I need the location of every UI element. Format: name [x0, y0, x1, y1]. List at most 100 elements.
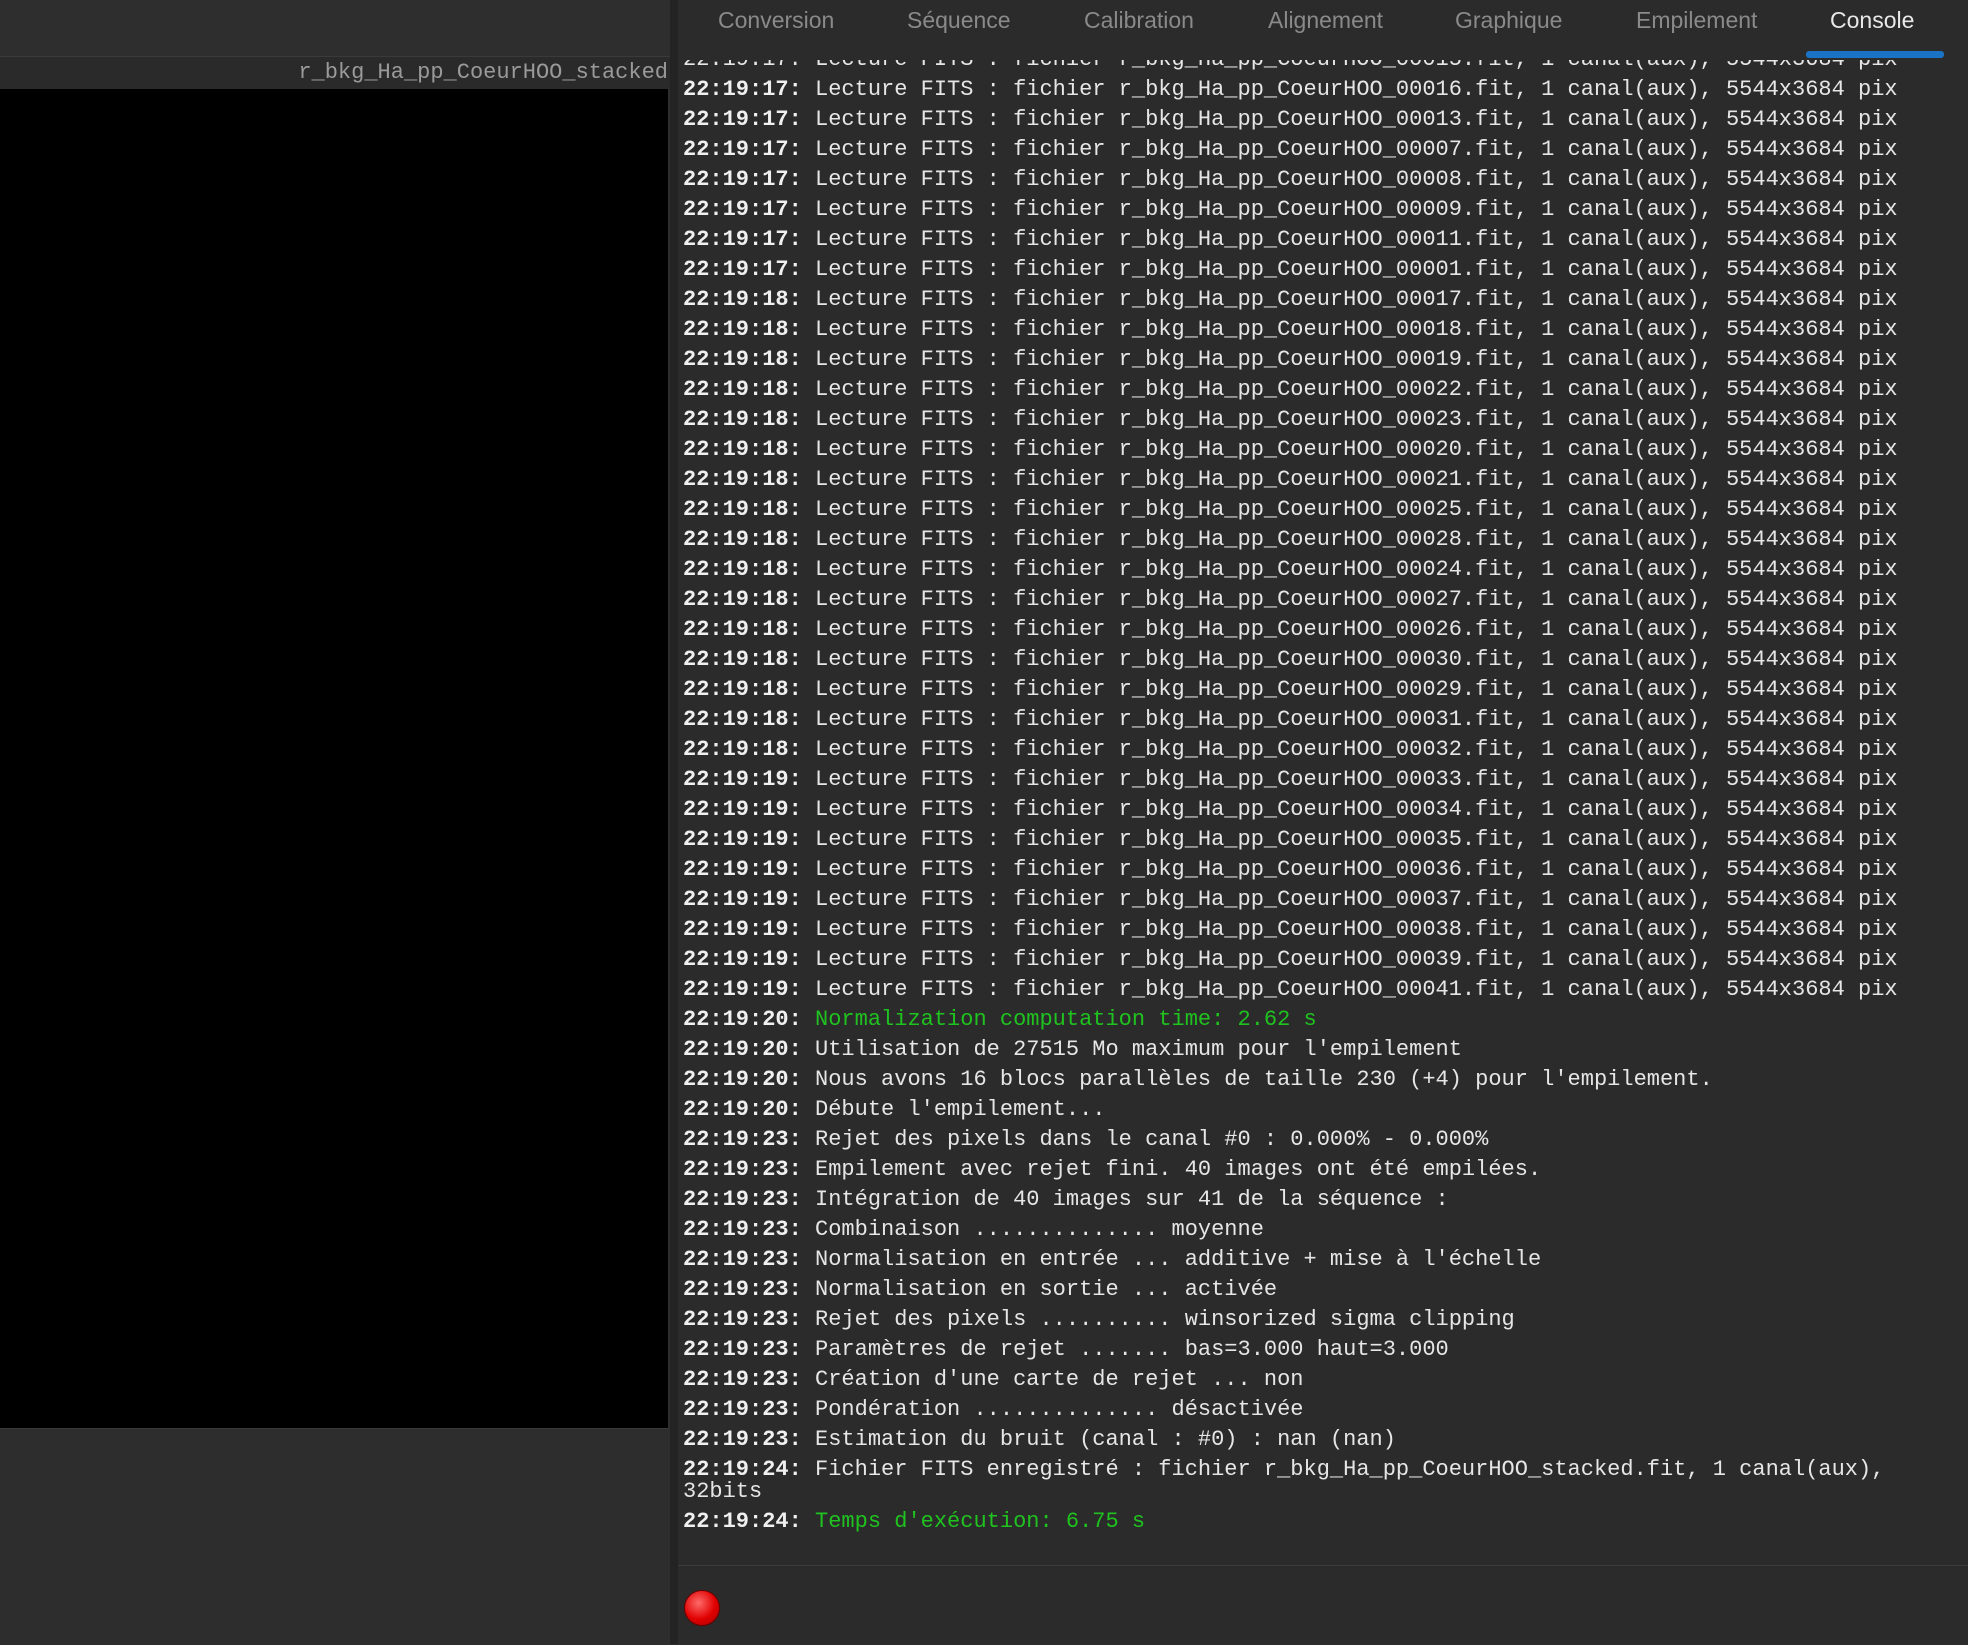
log-timestamp: 22:19:19:: [683, 887, 802, 912]
log-message: Rejet des pixels dans le canal #0 : 0.00…: [815, 1127, 1489, 1152]
log-message: Lecture FITS : fichier r_bkg_Ha_pp_Coeur…: [815, 587, 1898, 612]
log-message: Temps d'exécution: 6.75 s: [815, 1509, 1146, 1534]
tab-conversion[interactable]: Conversion: [718, 0, 834, 58]
log-timestamp: 22:19:18:: [683, 407, 802, 432]
tab-empilement[interactable]: Empilement: [1636, 0, 1757, 58]
log-line: 22:19:18: Lecture FITS : fichier r_bkg_H…: [683, 555, 1968, 585]
log-line: 22:19:19: Lecture FITS : fichier r_bkg_H…: [683, 795, 1968, 825]
log-timestamp: 22:19:17:: [683, 197, 802, 222]
tab-alignement[interactable]: Alignement: [1268, 0, 1383, 58]
log-line: 22:19:17: Lecture FITS : fichier r_bkg_H…: [683, 135, 1968, 165]
image-toolbar: [0, 0, 670, 57]
log-line: 22:19:23: Paramètres de rejet ....... ba…: [683, 1335, 1968, 1365]
log-timestamp: 22:19:19:: [683, 767, 802, 792]
log-line: 22:19:23: Rejet des pixels dans le canal…: [683, 1125, 1968, 1155]
tab-sequence[interactable]: Séquence: [907, 0, 1011, 58]
log-timestamp: 22:19:17:: [683, 257, 802, 282]
log-line: 22:19:23: Combinaison .............. moy…: [683, 1215, 1968, 1245]
log-message: Fichier FITS enregistré : fichier r_bkg_…: [815, 1457, 1885, 1482]
log-line: 22:19:18: Lecture FITS : fichier r_bkg_H…: [683, 375, 1968, 405]
tab-console[interactable]: Console: [1830, 0, 1914, 58]
log-line-partial: 22:19:17: Lecture FITS : fichier r_bkg_H…: [683, 60, 1968, 75]
log-line: 22:19:17: Lecture FITS : fichier r_bkg_H…: [683, 105, 1968, 135]
log-line: 22:19:19: Lecture FITS : fichier r_bkg_H…: [683, 975, 1968, 1005]
log-line: 22:19:18: Lecture FITS : fichier r_bkg_H…: [683, 735, 1968, 765]
console-log[interactable]: 22:19:17: Lecture FITS : fichier r_bkg_H…: [678, 60, 1968, 1565]
log-line: 22:19:17: Lecture FITS : fichier r_bkg_H…: [683, 255, 1968, 285]
log-message: Lecture FITS : fichier r_bkg_Ha_pp_Coeur…: [815, 707, 1898, 732]
log-line: 22:19:18: Lecture FITS : fichier r_bkg_H…: [683, 525, 1968, 555]
log-line: 22:19:19: Lecture FITS : fichier r_bkg_H…: [683, 915, 1968, 945]
log-message: Lecture FITS : fichier r_bkg_Ha_pp_Coeur…: [815, 77, 1898, 102]
tab-graphique[interactable]: Graphique: [1455, 0, 1562, 58]
log-timestamp: 22:19:19:: [683, 797, 802, 822]
log-message: Normalisation en entrée ... additive + m…: [815, 1247, 1542, 1272]
log-message: Lecture FITS : fichier r_bkg_Ha_pp_Coeur…: [815, 437, 1898, 462]
log-timestamp: 22:19:17:: [683, 107, 802, 132]
log-message: Lecture FITS : fichier r_bkg_Ha_pp_Coeur…: [815, 137, 1898, 162]
log-line: 22:19:24: Fichier FITS enregistré : fich…: [683, 1455, 1968, 1485]
log-line: 22:19:18: Lecture FITS : fichier r_bkg_H…: [683, 585, 1968, 615]
log-timestamp: 22:19:20:: [683, 1097, 802, 1122]
log-message: Intégration de 40 images sur 41 de la sé…: [815, 1187, 1449, 1212]
log-message: Normalisation en sortie ... activée: [815, 1277, 1278, 1302]
image-canvas[interactable]: [0, 89, 668, 1428]
image-name-label: r_bkg_Ha_pp_CoeurHOO_stacked: [0, 57, 670, 89]
log-line: 22:19:18: Lecture FITS : fichier r_bkg_H…: [683, 705, 1968, 735]
log-timestamp: 22:19:23:: [683, 1127, 802, 1152]
log-line: 22:19:17: Lecture FITS : fichier r_bkg_H…: [683, 195, 1968, 225]
log-line: 22:19:18: Lecture FITS : fichier r_bkg_H…: [683, 285, 1968, 315]
log-timestamp: 22:19:18:: [683, 347, 802, 372]
log-line: 22:19:20: Nous avons 16 blocs parallèles…: [683, 1065, 1968, 1095]
log-message: Lecture FITS : fichier r_bkg_Ha_pp_Coeur…: [815, 737, 1898, 762]
log-line: 22:19:17: Lecture FITS : fichier r_bkg_H…: [683, 165, 1968, 195]
log-timestamp: 22:19:20:: [683, 1007, 802, 1032]
log-message: Création d'une carte de rejet ... non: [815, 1367, 1304, 1392]
log-message: Estimation du bruit (canal : #0) : nan (…: [815, 1427, 1396, 1452]
log-timestamp: 22:19:19:: [683, 977, 802, 1002]
log-message: Lecture FITS : fichier r_bkg_Ha_pp_Coeur…: [815, 887, 1898, 912]
log-timestamp: 22:19:18:: [683, 317, 802, 342]
log-line: 22:19:18: Lecture FITS : fichier r_bkg_H…: [683, 345, 1968, 375]
log-message: Lecture FITS : fichier r_bkg_Ha_pp_Coeur…: [815, 857, 1898, 882]
log-timestamp: 22:19:18:: [683, 647, 802, 672]
log-line: 22:19:23: Estimation du bruit (canal : #…: [683, 1425, 1968, 1455]
log-line: 22:19:18: Lecture FITS : fichier r_bkg_H…: [683, 495, 1968, 525]
stop-button[interactable]: [684, 1590, 720, 1626]
log-line: 22:19:23: Création d'une carte de rejet …: [683, 1365, 1968, 1395]
log-timestamp: 22:19:20:: [683, 1067, 802, 1092]
log-timestamp: 22:19:18:: [683, 527, 802, 552]
log-timestamp: 22:19:23:: [683, 1337, 802, 1362]
log-message: Lecture FITS : fichier r_bkg_Ha_pp_Coeur…: [815, 917, 1898, 942]
log-message: Lecture FITS : fichier r_bkg_Ha_pp_Coeur…: [815, 677, 1898, 702]
log-line: 22:19:23: Normalisation en sortie ... ac…: [683, 1275, 1968, 1305]
log-timestamp: 22:19:18:: [683, 737, 802, 762]
log-message: Lecture FITS : fichier r_bkg_Ha_pp_Coeur…: [815, 497, 1898, 522]
log-timestamp: 22:19:19:: [683, 917, 802, 942]
log-timestamp: 22:19:23:: [683, 1247, 802, 1272]
log-timestamp: 22:19:18:: [683, 677, 802, 702]
log-timestamp: 22:19:19:: [683, 827, 802, 852]
console-log-content: 22:19:17: Lecture FITS : fichier r_bkg_H…: [683, 60, 1968, 1537]
log-timestamp: 22:19:23:: [683, 1397, 802, 1422]
tab-calibration[interactable]: Calibration: [1084, 0, 1194, 58]
log-timestamp: 22:19:19:: [683, 857, 802, 882]
log-message: Lecture FITS : fichier r_bkg_Ha_pp_Coeur…: [815, 647, 1898, 672]
log-line: 22:19:23: Intégration de 40 images sur 4…: [683, 1185, 1968, 1215]
log-timestamp: 22:19:23:: [683, 1307, 802, 1332]
log-timestamp: 22:19:18:: [683, 707, 802, 732]
log-line: 22:19:20: Utilisation de 27515 Mo maximu…: [683, 1035, 1968, 1065]
log-message: Lecture FITS : fichier r_bkg_Ha_pp_Coeur…: [815, 557, 1898, 582]
log-message: Lecture FITS : fichier r_bkg_Ha_pp_Coeur…: [815, 257, 1898, 282]
log-timestamp: 22:19:18:: [683, 617, 802, 642]
log-message: Lecture FITS : fichier r_bkg_Ha_pp_Coeur…: [815, 317, 1898, 342]
panel-splitter[interactable]: [670, 0, 678, 1644]
log-message: Lecture FITS : fichier r_bkg_Ha_pp_Coeur…: [815, 407, 1898, 432]
control-panel: Conversion Séquence Calibration Aligneme…: [678, 0, 1968, 1644]
log-line: 22:19:18: Lecture FITS : fichier r_bkg_H…: [683, 405, 1968, 435]
log-timestamp: 22:19:17:: [683, 137, 802, 162]
log-message: Utilisation de 27515 Mo maximum pour l'e…: [815, 1037, 1462, 1062]
log-timestamp: 22:19:18:: [683, 497, 802, 522]
log-message: Pondération .............. désactivée: [815, 1397, 1304, 1422]
log-line: 22:19:18: Lecture FITS : fichier r_bkg_H…: [683, 645, 1968, 675]
